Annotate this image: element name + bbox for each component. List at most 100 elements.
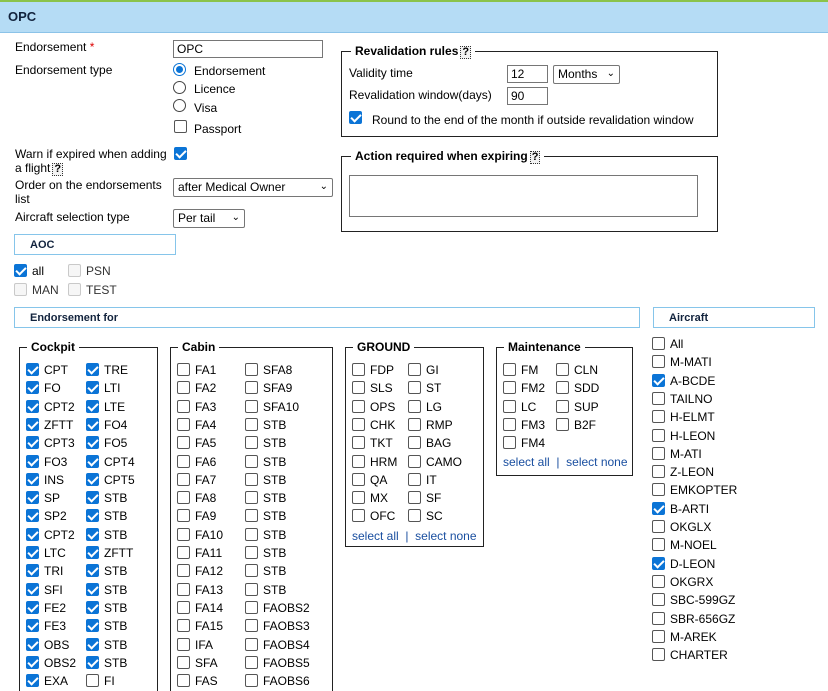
item-checkbox[interactable]	[408, 381, 421, 395]
item-checkbox[interactable]	[245, 417, 258, 431]
item-checkbox[interactable]	[86, 582, 99, 596]
item-checkbox[interactable]	[26, 655, 39, 669]
item-checkbox[interactable]	[177, 436, 190, 450]
endorsement-input[interactable]: OPC	[173, 40, 323, 58]
item-checkbox[interactable]	[352, 381, 365, 395]
item-checkbox[interactable]	[26, 600, 39, 614]
item-checkbox[interactable]	[352, 454, 365, 468]
item-checkbox[interactable]	[245, 436, 258, 450]
item-checkbox[interactable]	[26, 491, 39, 505]
item-checkbox[interactable]	[652, 556, 665, 570]
item-checkbox[interactable]	[408, 454, 421, 468]
item-checkbox[interactable]	[652, 483, 665, 497]
item-checkbox[interactable]	[652, 501, 665, 515]
item-checkbox[interactable]	[408, 509, 421, 523]
item-checkbox[interactable]	[503, 417, 516, 431]
item-checkbox[interactable]	[86, 564, 99, 578]
warn-help-icon[interactable]: ?	[52, 163, 64, 176]
item-checkbox[interactable]	[245, 546, 258, 559]
maintenance-select-none-link[interactable]: select none	[566, 455, 627, 469]
item-checkbox[interactable]	[245, 637, 258, 651]
item-checkbox[interactable]	[245, 655, 258, 669]
item-checkbox[interactable]	[352, 436, 365, 450]
window-input[interactable]: 90	[507, 87, 548, 105]
item-checkbox[interactable]	[245, 582, 258, 596]
item-checkbox[interactable]	[86, 436, 99, 450]
item-checkbox[interactable]	[26, 619, 39, 633]
item-checkbox[interactable]	[177, 564, 190, 578]
item-checkbox[interactable]	[245, 381, 258, 395]
item-checkbox[interactable]	[86, 655, 99, 669]
validity-unit-select[interactable]: Months ⌄	[553, 65, 620, 84]
item-checkbox[interactable]	[177, 509, 190, 523]
item-checkbox[interactable]	[177, 381, 190, 395]
item-checkbox[interactable]	[352, 472, 365, 486]
item-checkbox[interactable]	[556, 363, 569, 376]
item-checkbox[interactable]	[245, 399, 258, 413]
item-checkbox[interactable]	[177, 472, 190, 486]
round-month-checkbox[interactable]	[349, 111, 362, 124]
item-checkbox[interactable]	[408, 472, 421, 486]
item-checkbox[interactable]	[652, 593, 665, 607]
item-checkbox[interactable]	[245, 564, 258, 578]
item-checkbox[interactable]	[652, 611, 665, 625]
item-checkbox[interactable]	[177, 619, 190, 633]
item-checkbox[interactable]	[86, 619, 99, 633]
item-checkbox[interactable]	[86, 509, 99, 523]
item-checkbox[interactable]	[177, 655, 190, 669]
item-checkbox[interactable]	[408, 436, 421, 450]
item-checkbox[interactable]	[26, 637, 39, 651]
item-checkbox[interactable]	[245, 509, 258, 523]
item-checkbox[interactable]	[245, 472, 258, 486]
item-checkbox[interactable]	[26, 417, 39, 431]
item-checkbox[interactable]	[26, 674, 39, 688]
item-checkbox[interactable]	[26, 582, 39, 596]
type-endorsement-radio[interactable]	[173, 63, 186, 76]
item-checkbox[interactable]	[556, 399, 569, 413]
item-checkbox[interactable]	[86, 472, 99, 486]
item-checkbox[interactable]	[652, 465, 665, 479]
item-checkbox[interactable]	[245, 600, 258, 614]
item-checkbox[interactable]	[26, 564, 39, 578]
item-checkbox[interactable]	[177, 546, 190, 559]
item-checkbox[interactable]	[26, 399, 39, 413]
item-checkbox[interactable]	[86, 600, 99, 614]
item-checkbox[interactable]	[86, 363, 99, 376]
item-checkbox[interactable]	[177, 417, 190, 431]
item-checkbox[interactable]	[86, 417, 99, 431]
item-checkbox[interactable]	[86, 546, 99, 559]
item-checkbox[interactable]	[652, 520, 665, 533]
maintenance-select-all-link[interactable]: select all	[503, 455, 550, 469]
item-checkbox[interactable]	[408, 363, 421, 376]
item-checkbox[interactable]	[652, 538, 665, 552]
item-checkbox[interactable]	[177, 363, 190, 376]
item-checkbox[interactable]	[177, 637, 190, 651]
item-checkbox[interactable]	[652, 629, 665, 643]
action-textarea[interactable]	[349, 175, 698, 217]
item-checkbox[interactable]	[26, 527, 39, 541]
item-checkbox[interactable]	[26, 363, 39, 376]
item-checkbox[interactable]	[556, 417, 569, 431]
item-checkbox[interactable]	[652, 391, 665, 405]
item-checkbox[interactable]	[352, 363, 365, 376]
item-checkbox[interactable]	[245, 454, 258, 468]
item-checkbox[interactable]	[245, 363, 258, 376]
item-checkbox[interactable]	[86, 454, 99, 468]
item-checkbox[interactable]	[503, 436, 516, 450]
item-checkbox[interactable]	[352, 399, 365, 413]
item-checkbox[interactable]	[652, 574, 665, 588]
item-checkbox[interactable]	[652, 355, 665, 369]
item-checkbox[interactable]	[177, 527, 190, 541]
item-checkbox[interactable]	[86, 527, 99, 541]
item-checkbox[interactable]	[503, 363, 516, 376]
item-checkbox[interactable]	[177, 491, 190, 505]
item-checkbox[interactable]	[26, 436, 39, 450]
item-checkbox[interactable]	[86, 399, 99, 413]
item-checkbox[interactable]	[26, 509, 39, 523]
item-checkbox[interactable]	[408, 417, 421, 431]
action-help-icon[interactable]: ?	[529, 151, 541, 164]
warn-expired-checkbox[interactable]	[174, 147, 187, 160]
item-checkbox[interactable]	[26, 546, 39, 559]
item-checkbox[interactable]	[503, 399, 516, 413]
item-checkbox[interactable]	[245, 527, 258, 541]
